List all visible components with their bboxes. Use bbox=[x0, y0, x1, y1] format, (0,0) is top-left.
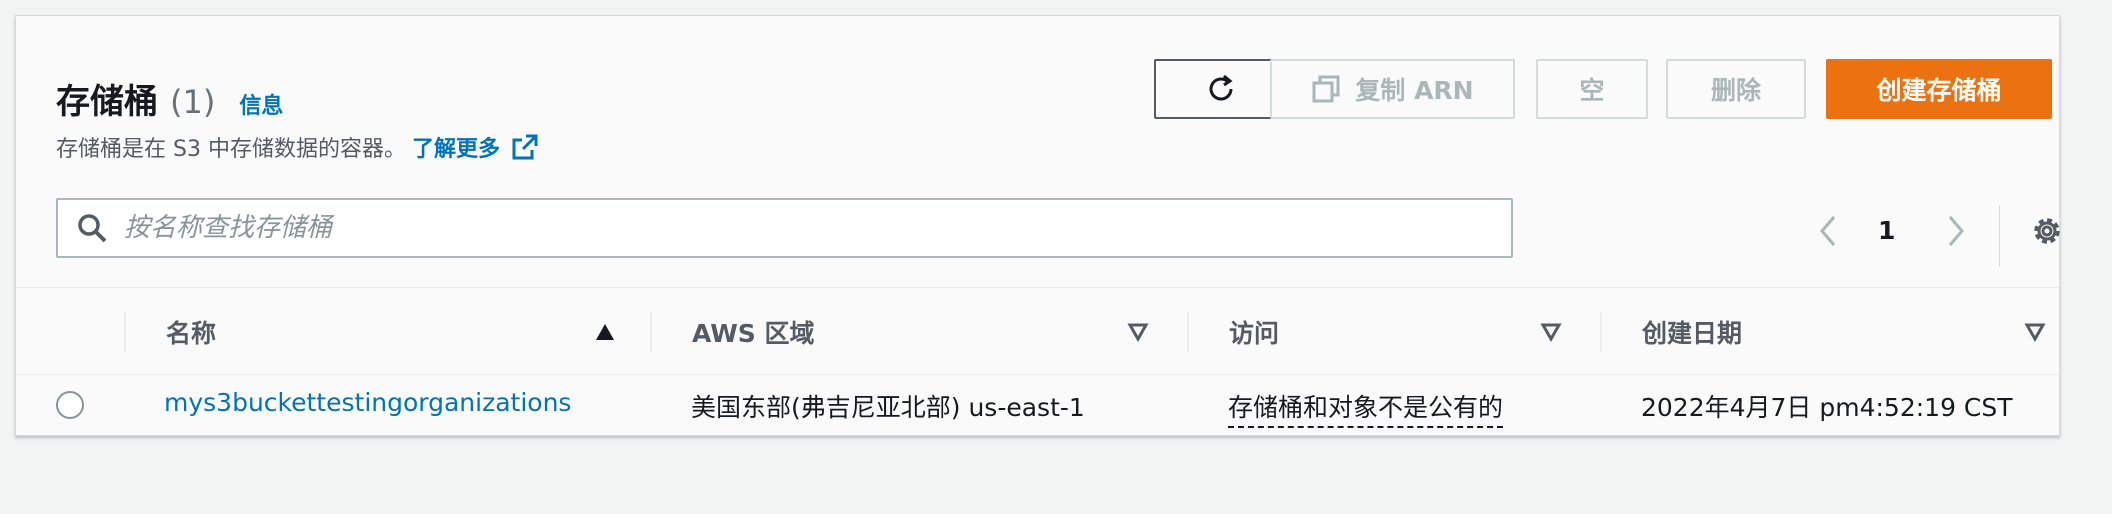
sort-descending-icon[interactable] bbox=[2024, 322, 2046, 342]
page-header: 存储桶 (1) 信息 bbox=[56, 74, 283, 123]
copy-arn-button[interactable]: 复制 ARN bbox=[1270, 59, 1515, 119]
bucket-name-link[interactable]: mys3buckettestingorganizations bbox=[164, 388, 571, 417]
copy-icon bbox=[1312, 75, 1340, 103]
previous-page-button[interactable] bbox=[1816, 211, 1848, 251]
column-separator bbox=[650, 312, 652, 352]
column-header-region[interactable]: AWS 区域 bbox=[692, 288, 815, 376]
info-link[interactable]: 信息 bbox=[239, 88, 283, 120]
description-text: 存储桶是在 S3 中存储数据的容器。 bbox=[56, 137, 406, 162]
sort-descending-icon[interactable] bbox=[1540, 322, 1562, 342]
sort-descending-icon[interactable] bbox=[1127, 322, 1149, 342]
table-settings-button[interactable] bbox=[2028, 212, 2066, 250]
table-row: mys3buckettestingorganizations 美国东部(弗吉尼亚… bbox=[16, 376, 2059, 437]
page-description: 存储桶是在 S3 中存储数据的容器。 了解更多 bbox=[56, 131, 540, 163]
search-icon bbox=[78, 214, 107, 243]
column-separator bbox=[1187, 312, 1189, 352]
bucket-access[interactable]: 存储桶和对象不是公有的 bbox=[1228, 388, 1504, 428]
delete-button[interactable]: 删除 bbox=[1666, 59, 1806, 119]
current-page-number[interactable]: 1 bbox=[1878, 211, 1895, 251]
empty-button[interactable]: 空 bbox=[1536, 59, 1648, 119]
column-separator bbox=[1600, 312, 1602, 352]
column-header-name[interactable]: 名称 bbox=[166, 288, 216, 376]
bucket-count: (1) bbox=[170, 83, 216, 121]
search-box bbox=[56, 198, 1513, 258]
pagination-divider bbox=[1999, 206, 2000, 266]
chevron-left-icon bbox=[1820, 216, 1836, 246]
settings-gear-icon bbox=[2034, 218, 2060, 244]
sort-ascending-icon[interactable] bbox=[594, 322, 616, 342]
create-bucket-button[interactable]: 创建存储桶 bbox=[1826, 59, 2052, 119]
search-input[interactable] bbox=[124, 203, 1504, 253]
copy-arn-label: 复制 ARN bbox=[1355, 76, 1474, 105]
learn-more-link[interactable]: 了解更多 bbox=[412, 131, 500, 163]
buckets-panel: 存储桶 (1) 信息 存储桶是在 S3 中存储数据的容器。 了解更多 复制 AR… bbox=[15, 15, 2060, 436]
next-page-button[interactable] bbox=[1944, 211, 1976, 251]
bucket-created-date: 2022年4月7日 pm4:52:19 CST bbox=[1641, 393, 2013, 422]
refresh-button[interactable] bbox=[1154, 59, 1287, 119]
page-title: 存储桶 bbox=[56, 82, 158, 122]
table-header: 名称 AWS 区域 访问 创建日期 bbox=[16, 287, 2059, 375]
bucket-region: 美国东部(弗吉尼亚北部) us-east-1 bbox=[691, 393, 1085, 422]
row-select-radio[interactable] bbox=[56, 391, 84, 419]
column-header-access[interactable]: 访问 bbox=[1229, 288, 1279, 376]
refresh-icon bbox=[1209, 74, 1233, 101]
column-separator bbox=[124, 312, 126, 352]
external-link-icon[interactable] bbox=[510, 132, 540, 162]
column-header-created[interactable]: 创建日期 bbox=[1642, 288, 1742, 376]
chevron-right-icon bbox=[1948, 216, 1964, 246]
